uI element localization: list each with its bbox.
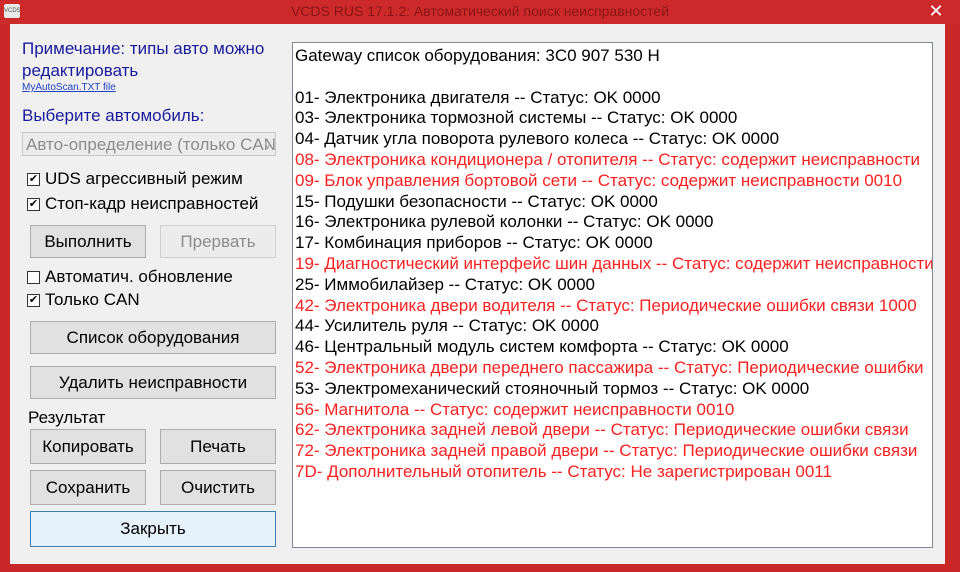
result-line: 62- Электроника задней левой двери -- Ст…	[295, 420, 909, 440]
result-line: 44- Усилитель руля -- Статус: OK 0000	[295, 316, 599, 336]
result-line: 17- Комбинация приборов -- Статус: OK 00…	[295, 233, 653, 253]
uds-aggressive-label: UDS агрессивный режим	[45, 169, 243, 188]
checkbox-box: ✔	[27, 197, 40, 211]
dialog-body: Примечание: типы авто можно редактироват…	[10, 24, 945, 564]
checkbox-box: ✔	[27, 293, 40, 307]
result-line: 09- Блок управления бортовой сети -- Ста…	[295, 170, 903, 190]
checkbox-box	[27, 270, 40, 284]
result-line: Gateway список оборудования: 3C0 907 530…	[295, 46, 660, 65]
clear-button[interactable]: Очистить	[160, 470, 276, 505]
result-label: Результат	[28, 408, 106, 427]
freeze-frame-label: Стоп-кадр неисправностей	[45, 194, 259, 213]
result-line: 03- Электроника тормозной системы -- Ста…	[295, 108, 738, 128]
freeze-frame-checkbox[interactable]: ✔ Стоп-кадр неисправностей	[27, 194, 258, 214]
title-bar[interactable]: VCDS VCDS RUS 17.1.2: Автоматический пои…	[0, 0, 960, 24]
close-button[interactable]: Закрыть	[30, 511, 276, 547]
can-only-label: Только CAN	[45, 290, 140, 309]
copy-button[interactable]: Копировать	[30, 429, 146, 464]
autoscan-file-link[interactable]: MyAutoScan.TXT file	[22, 82, 116, 93]
result-line: 72- Электроника задней правой двери -- С…	[295, 441, 918, 461]
result-line: 16- Электроника рулевой колонки -- Стату…	[295, 212, 714, 232]
chevron-down-icon: ∨	[263, 138, 272, 152]
auto-refresh-label: Автоматич. обновление	[45, 267, 233, 286]
clear-faults-button[interactable]: Удалить неисправности	[30, 366, 276, 399]
result-line: 46- Центральный модуль систем комфорта -…	[295, 337, 789, 357]
result-line: 42- Электроника двери водителя -- Статус…	[295, 295, 917, 315]
print-button[interactable]: Печать	[160, 429, 276, 464]
note-text: Примечание: типы авто можно редактироват…	[22, 39, 265, 80]
result-line: 01- Электроника двигателя -- Статус: OK …	[295, 87, 661, 107]
result-line: 56- Магнитола -- Статус: содержит неиспр…	[295, 399, 735, 419]
equipment-list-button[interactable]: Список оборудования	[30, 321, 276, 354]
result-line: 08- Электроника кондиционера / отопителя…	[295, 150, 920, 169]
result-line: 15- Подушки безопасности -- Статус: OK 0…	[295, 191, 658, 211]
result-line: 52- Электроника двери переднего пассажир…	[295, 358, 924, 377]
select-car-label: Выберите автомобиль:	[22, 106, 205, 125]
close-window-button[interactable]: ✕	[912, 0, 960, 22]
result-line: 19- Диагностический интерфейс шин данных…	[295, 254, 933, 273]
checkbox-box: ✔	[27, 172, 40, 186]
car-select-value: Авто-определение (только CAN)	[26, 135, 276, 154]
save-button[interactable]: Сохранить	[30, 470, 146, 505]
uds-aggressive-checkbox[interactable]: ✔ UDS агрессивный режим	[27, 169, 243, 189]
window-title: VCDS RUS 17.1.2: Автоматический поиск не…	[290, 3, 670, 19]
auto-refresh-checkbox[interactable]: Автоматич. обновление	[27, 267, 233, 287]
result-line: 25- Иммобилайзер -- Статус: OK 0000	[295, 274, 596, 294]
result-line: 53- Электромеханический стояночный тормо…	[295, 378, 810, 398]
run-button[interactable]: Выполнить	[30, 225, 146, 258]
car-select[interactable]: Авто-определение (только CAN) ∨	[22, 132, 276, 156]
scan-results-text[interactable]: Gateway список оборудования: 3C0 907 530…	[292, 42, 933, 548]
can-only-checkbox[interactable]: ✔ Только CAN	[27, 290, 140, 310]
result-line: 04- Датчик угла поворота рулевого колеса…	[295, 129, 780, 149]
result-line: 7D- Дополнительный отопитель -- Статус: …	[295, 462, 832, 481]
abort-button[interactable]: Прервать	[160, 225, 276, 258]
